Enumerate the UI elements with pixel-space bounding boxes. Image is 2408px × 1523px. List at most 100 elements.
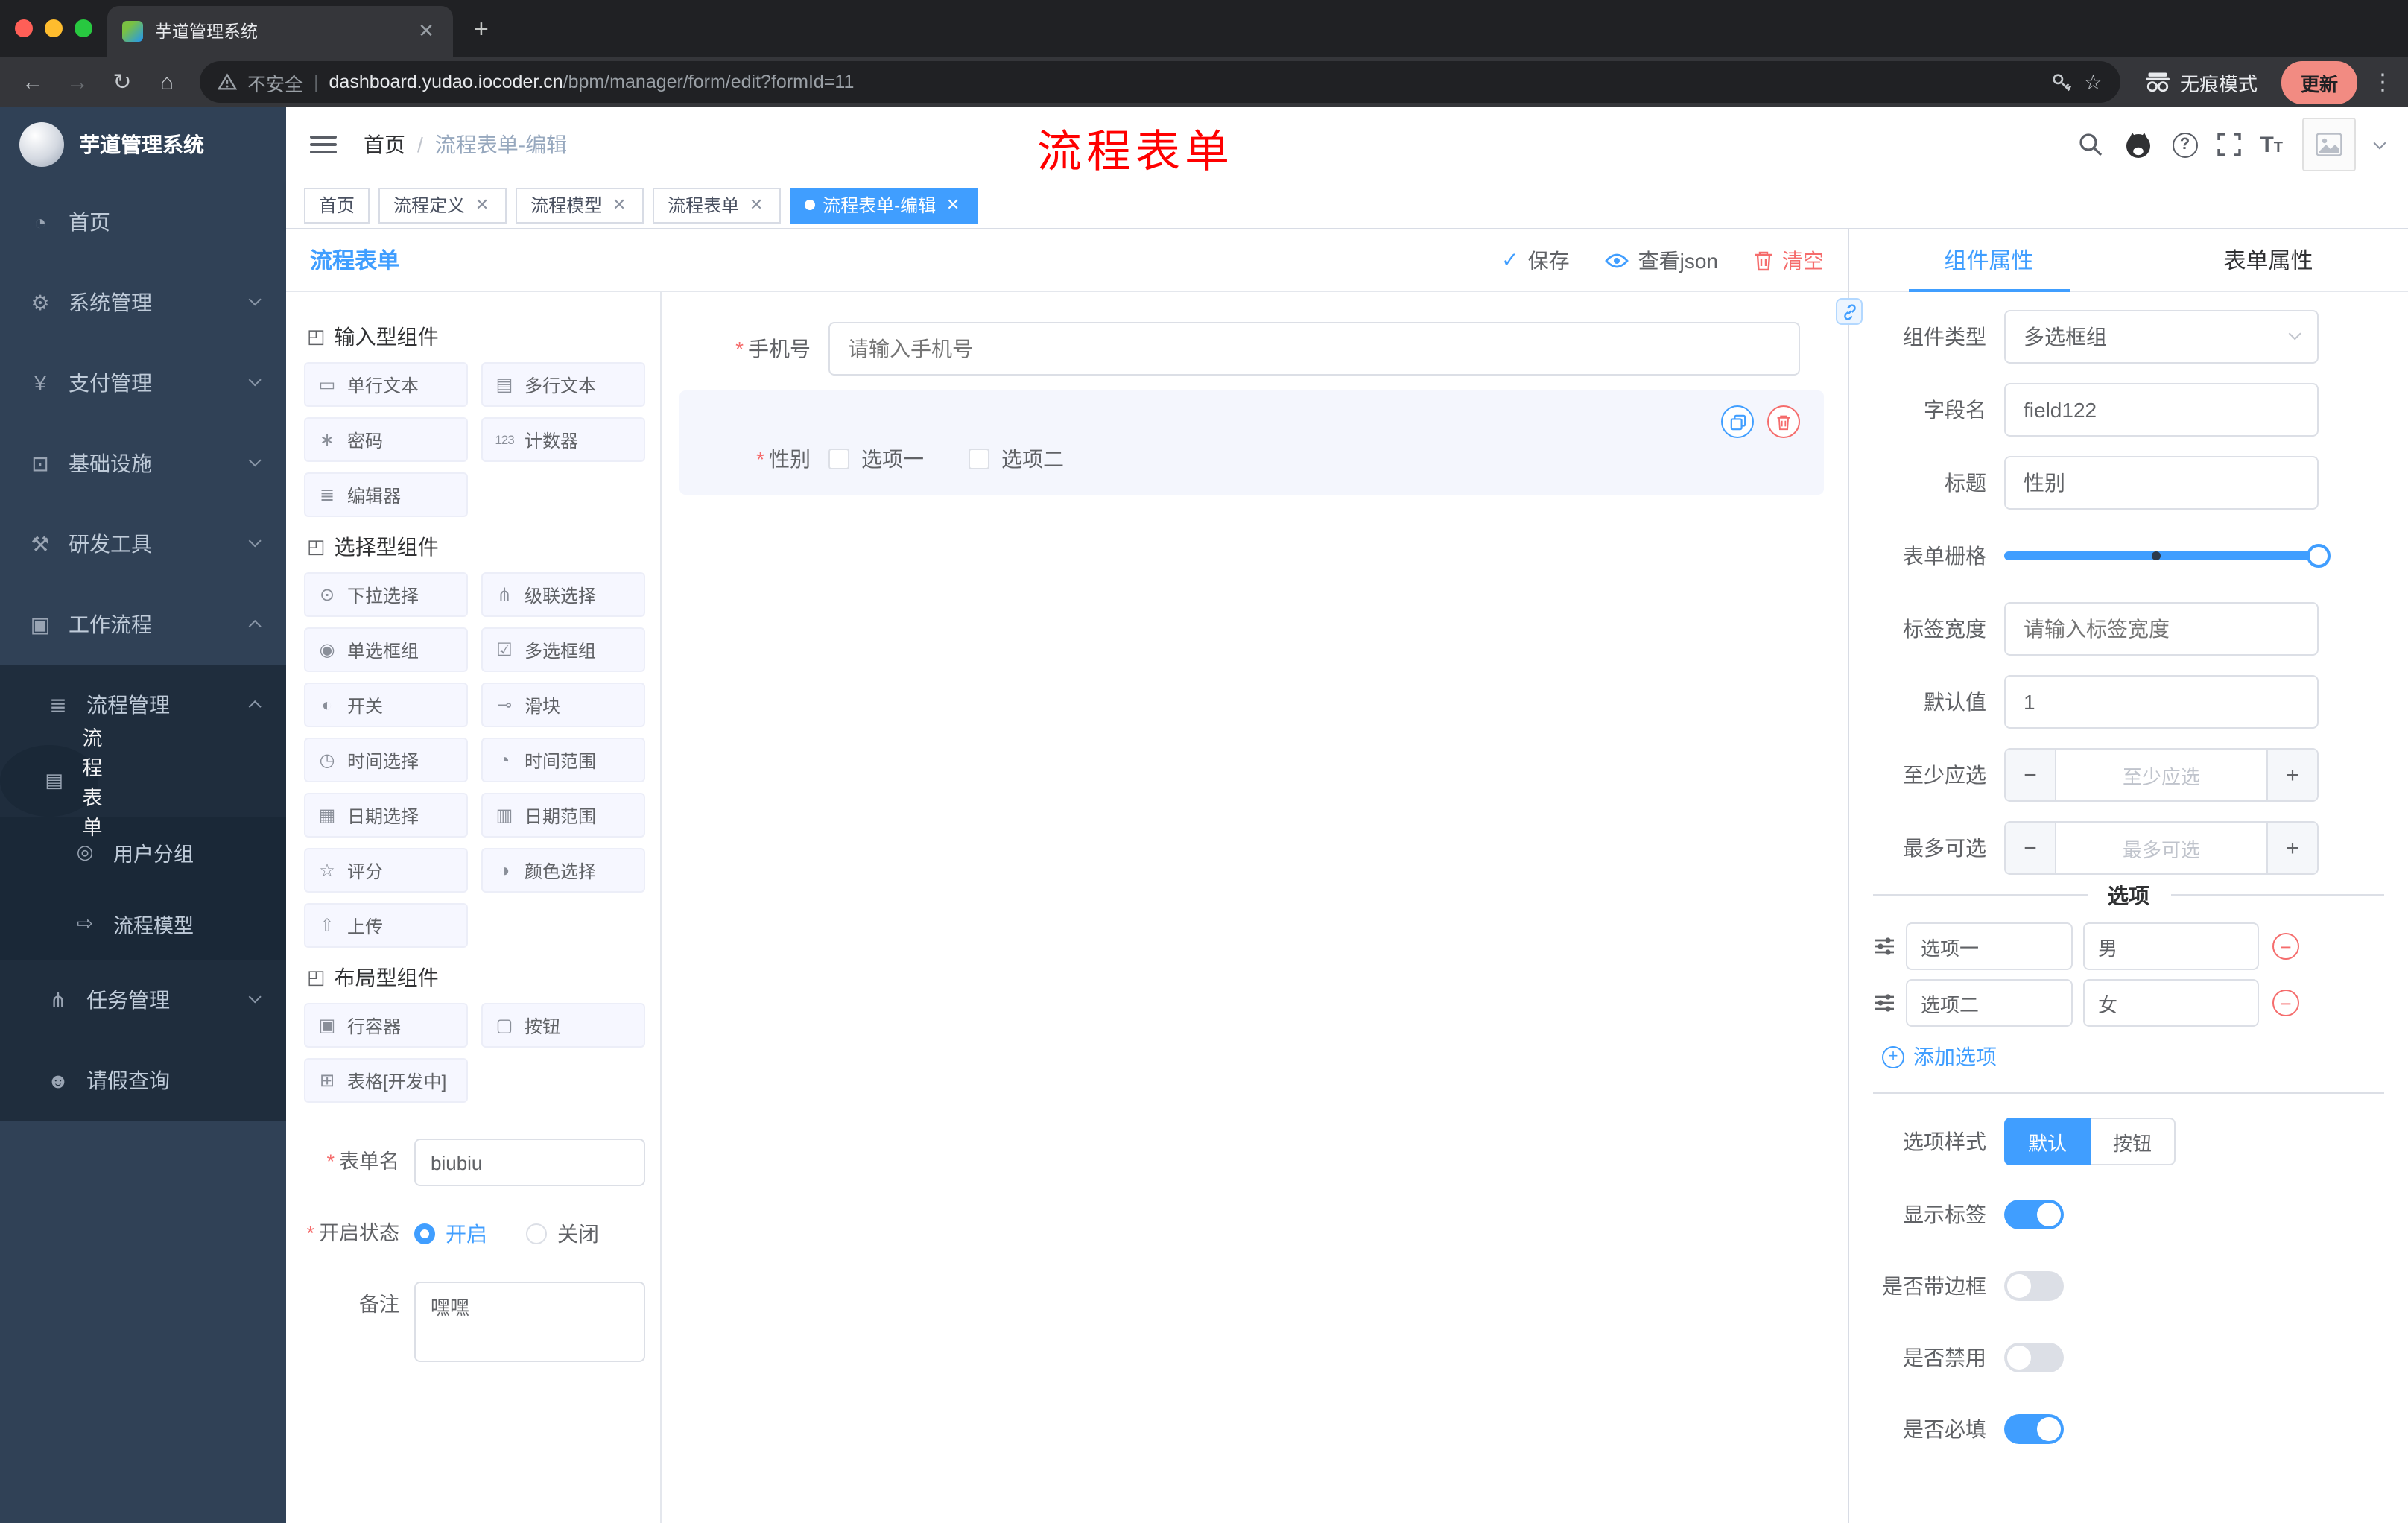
plus-icon[interactable]: + bbox=[2266, 750, 2317, 800]
view-json-button[interactable]: 查看json bbox=[1605, 245, 1718, 275]
browser-menu-icon[interactable]: ⋮ bbox=[2369, 69, 2396, 95]
checkbox-icon[interactable] bbox=[828, 449, 849, 469]
add-option-button[interactable]: + 添加选项 bbox=[1882, 1042, 2384, 1071]
hamburger-icon[interactable] bbox=[310, 136, 337, 153]
border-toggle[interactable] bbox=[2004, 1271, 2064, 1301]
title-input[interactable] bbox=[2004, 456, 2319, 510]
form-canvas[interactable]: 手机号 bbox=[662, 292, 1848, 1523]
sidebar-item-task-management[interactable]: ⋔ 任务管理 bbox=[0, 960, 286, 1040]
fullscreen-icon[interactable] bbox=[2217, 133, 2241, 156]
help-icon[interactable]: ? bbox=[2172, 132, 2198, 157]
forward-icon[interactable]: → bbox=[57, 61, 98, 103]
option-label-input[interactable] bbox=[1906, 979, 2073, 1027]
palette-item[interactable]: ▢ 按钮 bbox=[481, 1003, 645, 1048]
address-bar[interactable]: 不安全 | dashboard.yudao.iocoder.cn/bpm/man… bbox=[200, 61, 2120, 103]
gender-option-2[interactable]: 选项二 bbox=[969, 444, 1064, 474]
sidebar-item-process-form[interactable]: ▤ 流程表单 bbox=[0, 727, 103, 839]
avatar-caret-icon[interactable] bbox=[2373, 136, 2386, 150]
tab-component-props[interactable]: 组件属性 bbox=[1849, 229, 2129, 292]
field-name-input[interactable] bbox=[2004, 383, 2319, 437]
style-default-button[interactable]: 默认 bbox=[2004, 1118, 2091, 1165]
palette-item[interactable]: ▣ 行容器 bbox=[304, 1003, 468, 1048]
tag-process-definition[interactable]: 流程定义 ✕ bbox=[378, 187, 507, 223]
disabled-toggle[interactable] bbox=[2004, 1343, 2064, 1372]
copy-component-icon[interactable] bbox=[1721, 405, 1754, 438]
tag-close-icon[interactable]: ✕ bbox=[943, 195, 963, 215]
search-icon[interactable] bbox=[2076, 131, 2103, 158]
tag-width-input[interactable] bbox=[2004, 602, 2319, 656]
selected-component-gender[interactable]: 性别 选项一 选项二 bbox=[679, 390, 1824, 495]
palette-item[interactable]: ≣ 编辑器 bbox=[304, 472, 468, 517]
link-icon[interactable] bbox=[1836, 298, 1863, 325]
tag-process-model[interactable]: 流程模型 ✕ bbox=[516, 187, 644, 223]
palette-item[interactable]: ▤ 多行文本 bbox=[481, 362, 645, 407]
option-value-input[interactable] bbox=[2083, 979, 2259, 1027]
palette-item[interactable]: ⊙ 下拉选择 bbox=[304, 572, 468, 617]
gender-option-1[interactable]: 选项一 bbox=[828, 444, 924, 474]
tab-form-props[interactable]: 表单属性 bbox=[2129, 229, 2408, 291]
style-button-button[interactable]: 按钮 bbox=[2091, 1118, 2176, 1165]
status-on-radio[interactable]: 开启 bbox=[414, 1219, 487, 1249]
tag-process-form-edit[interactable]: 流程表单-编辑 ✕ bbox=[790, 187, 978, 223]
remove-option-icon[interactable]: − bbox=[2272, 933, 2299, 960]
show-label-toggle[interactable] bbox=[2004, 1200, 2064, 1229]
minus-icon[interactable]: − bbox=[2006, 823, 2056, 873]
component-type-select[interactable]: 多选框组 bbox=[2004, 310, 2319, 364]
github-icon[interactable] bbox=[2123, 130, 2152, 159]
sidebar-item-infra[interactable]: ⊡ 基础设施 bbox=[0, 423, 286, 504]
phone-field[interactable]: 手机号 bbox=[679, 322, 1824, 376]
font-size-icon[interactable]: TT bbox=[2260, 132, 2283, 157]
stepper-placeholder[interactable]: 最多可选 bbox=[2056, 823, 2266, 873]
form-name-input[interactable] bbox=[414, 1139, 645, 1186]
palette-item[interactable]: ⋔ 级联选择 bbox=[481, 572, 645, 617]
delete-component-icon[interactable] bbox=[1767, 405, 1800, 438]
sidebar-item-process-management[interactable]: ≣ 流程管理 bbox=[0, 665, 286, 745]
palette-item[interactable]: ◐ 开关 bbox=[304, 683, 468, 727]
checkbox-icon[interactable] bbox=[969, 449, 989, 469]
palette-item[interactable]: ◷ 时间选择 bbox=[304, 738, 468, 782]
sidebar-item-devtools[interactable]: ⚒ 研发工具 bbox=[0, 504, 286, 584]
reload-icon[interactable]: ↻ bbox=[101, 61, 143, 103]
sidebar-item-user-group[interactable]: ◎ 用户分组 bbox=[0, 817, 286, 888]
plus-icon[interactable]: + bbox=[2266, 823, 2317, 873]
home-icon[interactable]: ⌂ bbox=[146, 61, 188, 103]
palette-item[interactable]: ◉ 单选框组 bbox=[304, 627, 468, 672]
sidebar-item-home[interactable]: ◔ 首页 bbox=[0, 182, 286, 262]
status-off-radio[interactable]: 关闭 bbox=[526, 1219, 599, 1249]
maximize-window-button[interactable] bbox=[75, 19, 92, 37]
stepper-placeholder[interactable]: 至少应选 bbox=[2056, 750, 2266, 800]
bookmark-star-icon[interactable]: ☆ bbox=[2084, 69, 2103, 95]
tag-close-icon[interactable]: ✕ bbox=[609, 195, 629, 215]
breadcrumb-home[interactable]: 首页 bbox=[364, 130, 405, 159]
sidebar-item-system[interactable]: ⚙ 系统管理 bbox=[0, 262, 286, 343]
password-key-icon[interactable] bbox=[2051, 71, 2073, 93]
tab-close-icon[interactable]: ✕ bbox=[414, 19, 438, 43]
minimize-window-button[interactable] bbox=[45, 19, 63, 37]
required-toggle[interactable] bbox=[2004, 1414, 2064, 1444]
default-value-input[interactable] bbox=[2004, 675, 2319, 729]
tag-close-icon[interactable]: ✕ bbox=[747, 195, 766, 215]
palette-item[interactable]: ◔ 时间范围 bbox=[481, 738, 645, 782]
palette-item[interactable]: ⇧ 上传 bbox=[304, 903, 468, 948]
option-value-input[interactable] bbox=[2083, 922, 2259, 970]
browser-tab[interactable]: 芋道管理系统 ✕ bbox=[107, 6, 453, 57]
grid-slider[interactable] bbox=[2004, 529, 2331, 583]
drag-handle-icon[interactable] bbox=[1873, 992, 1895, 1013]
sidebar-item-leave-query[interactable]: ☻ 请假查询 bbox=[0, 1040, 286, 1121]
palette-item[interactable]: 123 计数器 bbox=[481, 417, 645, 462]
palette-item[interactable]: ⊸ 滑块 bbox=[481, 683, 645, 727]
palette-item[interactable]: ☆ 评分 bbox=[304, 848, 468, 893]
minus-icon[interactable]: − bbox=[2006, 750, 2056, 800]
save-button[interactable]: ✓ 保存 bbox=[1501, 245, 1569, 275]
drag-handle-icon[interactable] bbox=[1873, 936, 1895, 957]
sidebar-item-process-model[interactable]: ⇨ 流程模型 bbox=[0, 888, 286, 960]
sidebar-item-payment[interactable]: ¥ 支付管理 bbox=[0, 343, 286, 423]
phone-input[interactable] bbox=[828, 322, 1800, 376]
palette-item[interactable]: ∗ 密码 bbox=[304, 417, 468, 462]
clear-button[interactable]: 清空 bbox=[1754, 245, 1824, 275]
palette-item[interactable]: ▥ 日期范围 bbox=[481, 793, 645, 838]
close-window-button[interactable] bbox=[15, 19, 33, 37]
avatar[interactable] bbox=[2302, 118, 2356, 171]
tag-close-icon[interactable]: ✕ bbox=[472, 195, 492, 215]
palette-item[interactable]: ☑ 多选框组 bbox=[481, 627, 645, 672]
